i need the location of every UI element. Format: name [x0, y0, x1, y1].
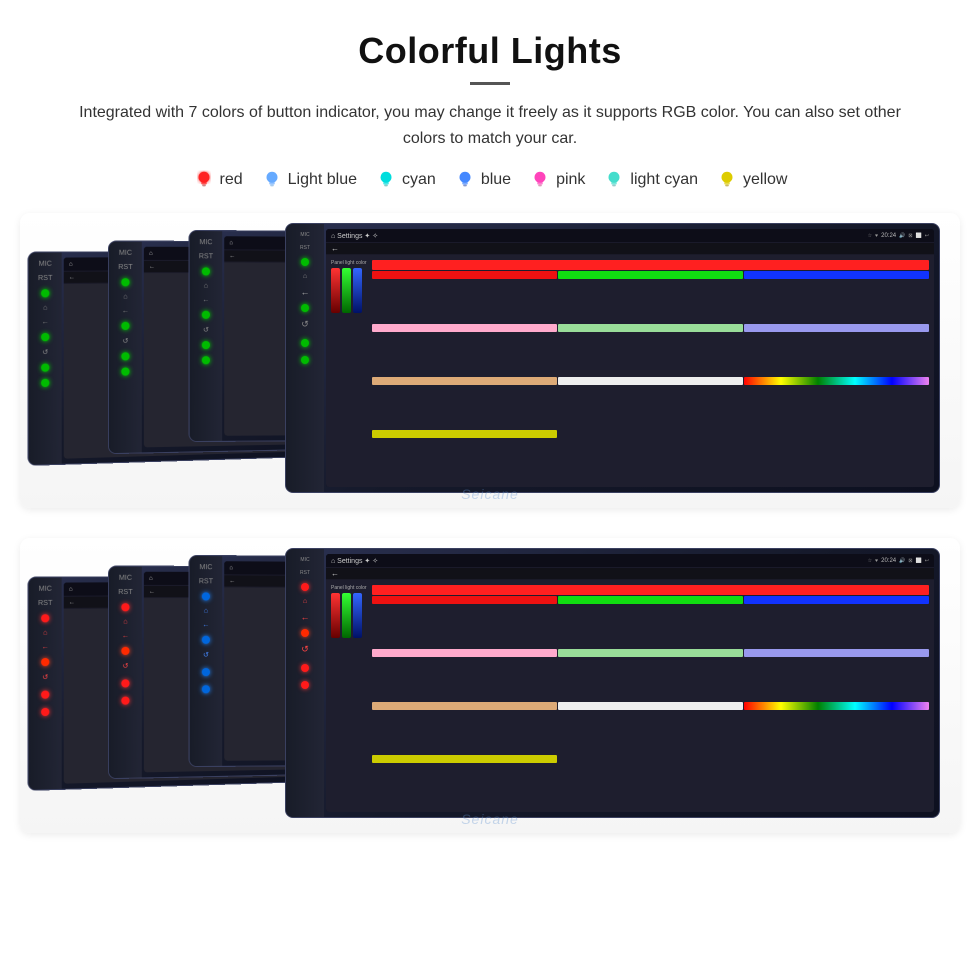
- color-label-lightcyan: light cyan: [630, 171, 698, 189]
- color-label-blue: blue: [481, 171, 511, 189]
- color-item-lightblue: Light blue: [261, 169, 357, 191]
- color-item-lightcyan: light cyan: [603, 169, 698, 191]
- bulb-icon-cyan: [375, 169, 397, 191]
- multi-unit-display-top: MIC RST ⌂ ← ↺ ⌂20:24 ←: [30, 223, 950, 498]
- title-section: Colorful Lights Integrated with 7 colors…: [20, 30, 960, 151]
- bulb-icon-red: [193, 169, 215, 191]
- bulb-icon-yellow: [716, 169, 738, 191]
- bulb-icon-blue: [454, 169, 476, 191]
- color-label-pink: pink: [556, 171, 585, 189]
- color-item-pink: pink: [529, 169, 585, 191]
- description-text: Integrated with 7 colors of button indic…: [20, 100, 960, 151]
- color-item-red: red: [193, 169, 243, 191]
- title-divider: [470, 82, 510, 85]
- color-item-blue: blue: [454, 169, 511, 191]
- color-label-lightblue: Light blue: [288, 171, 357, 189]
- colors-row: red Light blue cyan: [20, 169, 960, 191]
- color-label-yellow: yellow: [743, 171, 787, 189]
- page-container: Colorful Lights Integrated with 7 colors…: [0, 0, 980, 853]
- device-unit-main-top: MIC RST ⌂ ← ↺ ⌂ Settings ✦: [285, 223, 940, 493]
- device-unit-main-bottom: MIC RST ⌂ ← ↺ ⌂ Settings ✦: [285, 548, 940, 818]
- color-item-cyan: cyan: [375, 169, 436, 191]
- bulb-icon-lightcyan: [603, 169, 625, 191]
- units-section: MIC RST ⌂ ← ↺ ⌂20:24 ←: [20, 213, 960, 833]
- bulb-icon-pink: [529, 169, 551, 191]
- color-item-yellow: yellow: [716, 169, 787, 191]
- page-title: Colorful Lights: [20, 30, 960, 72]
- color-label-cyan: cyan: [402, 171, 436, 189]
- bottom-device-group: MIC RST ⌂ ← ↺ ⌂20:24 ←: [20, 538, 960, 833]
- multi-unit-display-bottom: MIC RST ⌂ ← ↺ ⌂20:24 ←: [30, 548, 950, 823]
- color-label-red: red: [220, 171, 243, 189]
- bulb-icon-lightblue: [261, 169, 283, 191]
- top-device-group: MIC RST ⌂ ← ↺ ⌂20:24 ←: [20, 213, 960, 508]
